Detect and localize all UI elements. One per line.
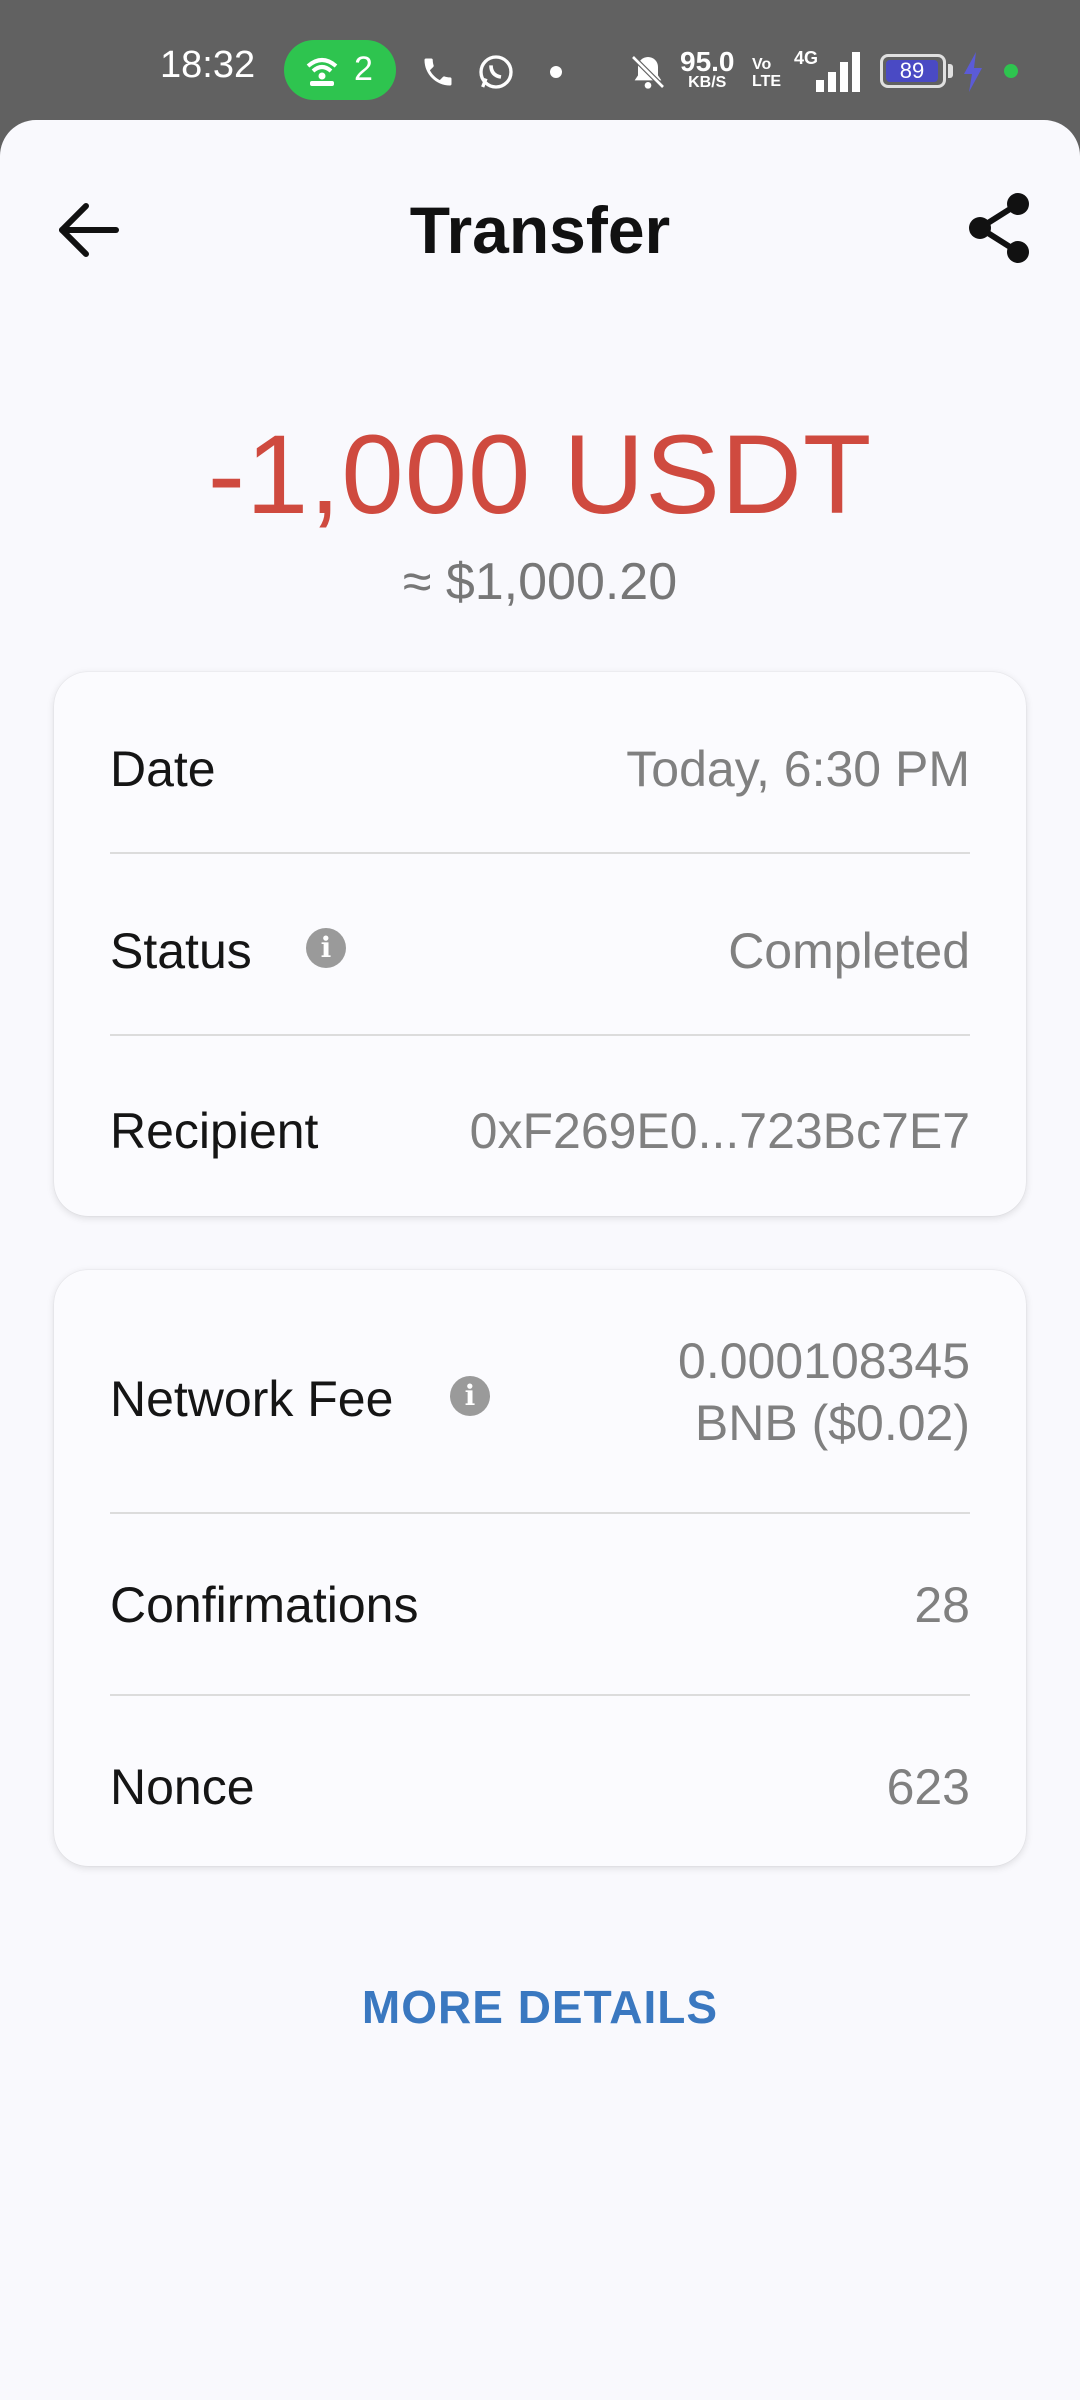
recipient-label: Recipient [110, 1103, 319, 1159]
net-speed: 95.0 KB/S [680, 46, 735, 92]
divider [110, 1034, 970, 1036]
page-title: Transfer [409, 193, 671, 267]
network-details-card: Network Fee i 0.000108345 BNB ($0.02) Co… [54, 1270, 1026, 1866]
battery-level: 89 [886, 60, 938, 82]
whatsapp-icon [479, 55, 513, 89]
confirmations-label: Confirmations [110, 1577, 419, 1633]
status-row: Status i Completed [110, 922, 970, 982]
network-fee-label: Network Fee [110, 1371, 394, 1427]
phone-icon [424, 58, 452, 86]
mute-bell-icon [631, 55, 665, 89]
confirmations-row: Confirmations 28 [110, 1576, 970, 1636]
more-details-button[interactable]: MORE DETAILS [0, 1980, 1080, 2034]
date-value: Today, 6:30 PM [626, 741, 970, 797]
date-label: Date [110, 741, 216, 797]
signal-icon [816, 52, 860, 92]
privacy-dot-icon [1004, 64, 1018, 78]
battery-tip [948, 64, 953, 78]
notification-dot-icon [550, 66, 562, 78]
status-bar: 18:32 2 95.0 KB/S Vo LTE 4G 89 [0, 0, 1080, 120]
transaction-sheet: Transfer -1,000 USDT ≈ $1,000.20 Date To… [0, 120, 1080, 2400]
charging-bolt-icon [964, 52, 982, 92]
nonce-row: Nonce 623 [110, 1758, 970, 1818]
status-time: 18:32 [160, 44, 256, 86]
transfer-amount: -1,000 USDT [207, 412, 873, 537]
status-value: Completed [728, 923, 970, 979]
recipient-address[interactable]: 0xF269E0...723Bc7E7 [470, 1102, 970, 1160]
nonce-label: Nonce [110, 1759, 255, 1815]
battery-icon: 89 [880, 54, 946, 88]
info-icon[interactable]: i [450, 1376, 490, 1416]
network-fee-value: 0.000108345 BNB ($0.02) [678, 1333, 970, 1451]
info-icon[interactable]: i [306, 928, 346, 968]
hotspot-count: 2 [354, 50, 373, 88]
hotspot-icon [306, 58, 338, 86]
transaction-details-card: Date Today, 6:30 PM Status i Completed R… [54, 672, 1026, 1216]
divider [110, 1694, 970, 1696]
divider [110, 1512, 970, 1514]
hotspot-pill: 2 [284, 40, 396, 100]
fiat-equivalent: ≈ $1,000.20 [402, 553, 678, 611]
confirmations-value: 28 [914, 1577, 970, 1633]
share-button[interactable] [962, 190, 1038, 266]
nonce-value: 623 [886, 1759, 970, 1815]
recipient-row[interactable]: Recipient 0xF269E0...723Bc7E7 [110, 1102, 970, 1162]
date-row: Date Today, 6:30 PM [110, 740, 970, 800]
divider [110, 852, 970, 854]
network-fee-row: Network Fee i 0.000108345 BNB ($0.02) [110, 1330, 970, 1460]
app-bar: Transfer [0, 120, 1080, 340]
share-icon [969, 193, 1029, 263]
volte-indicator: Vo LTE [752, 56, 782, 90]
status-label: Status [110, 923, 252, 979]
